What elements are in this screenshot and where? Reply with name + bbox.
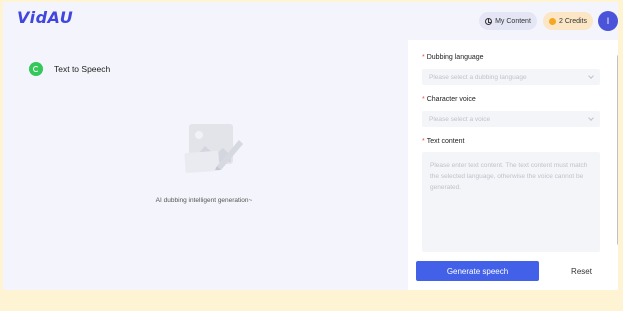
scroll-thumb[interactable] <box>617 54 618 246</box>
tool-item-label: Text to Speech <box>54 64 111 74</box>
required-marker: * <box>422 96 425 103</box>
character-voice-select[interactable]: Please select a voice <box>422 111 600 127</box>
my-content-button[interactable]: My Content <box>479 12 537 30</box>
text-content-placeholder: Please enter text content. The text cont… <box>430 162 588 191</box>
credits-button[interactable]: 2 Credits <box>543 12 593 30</box>
chevron-down-icon <box>588 73 594 79</box>
character-voice-placeholder: Please select a voice <box>429 115 491 123</box>
app-logo[interactable]: VidAU <box>17 8 73 27</box>
image-placeholder-icon <box>184 124 243 173</box>
reset-button[interactable]: Reset <box>548 261 615 281</box>
text-content-label-text: Text content <box>426 138 465 145</box>
dubbing-language-label-text: Dubbing language <box>426 54 484 61</box>
text-content-textarea[interactable]: Please enter text content. The text cont… <box>422 152 600 252</box>
tool-item-text-to-speech[interactable]: Text to Speech <box>29 62 110 76</box>
dubbing-form-panel: * Dubbing language Please select a dubbin… <box>408 40 618 290</box>
header: VidAU My Content 2 Credits I <box>3 2 618 38</box>
clock-icon <box>485 17 493 25</box>
workspace-panel: Text to Speech AI dubbing intelligent ge… <box>3 42 405 290</box>
form-scrollbar[interactable] <box>617 44 618 284</box>
chevron-down-icon <box>588 115 594 121</box>
empty-state-caption: AI dubbing intelligent generation~ <box>155 197 253 204</box>
dubbing-language-select[interactable]: Please select a dubbing language <box>422 69 600 85</box>
character-voice-label: * Character voice <box>422 96 476 103</box>
dubbing-language-label: * Dubbing language <box>422 54 484 61</box>
required-marker: * <box>422 138 425 145</box>
app-window: VidAU My Content 2 Credits I Text to Spe… <box>3 2 618 290</box>
dubbing-language-placeholder: Please select a dubbing language <box>429 73 527 81</box>
required-marker: * <box>422 54 425 61</box>
character-voice-label-text: Character voice <box>426 96 476 103</box>
text-content-label: * Text content <box>422 138 464 145</box>
coin-icon <box>548 17 556 25</box>
my-content-label: My Content <box>495 17 531 25</box>
generate-speech-button[interactable]: Generate speech <box>416 261 539 281</box>
avatar[interactable]: I <box>598 11 618 31</box>
text-to-speech-icon <box>29 62 43 76</box>
credits-label: 2 Credits <box>558 17 587 25</box>
